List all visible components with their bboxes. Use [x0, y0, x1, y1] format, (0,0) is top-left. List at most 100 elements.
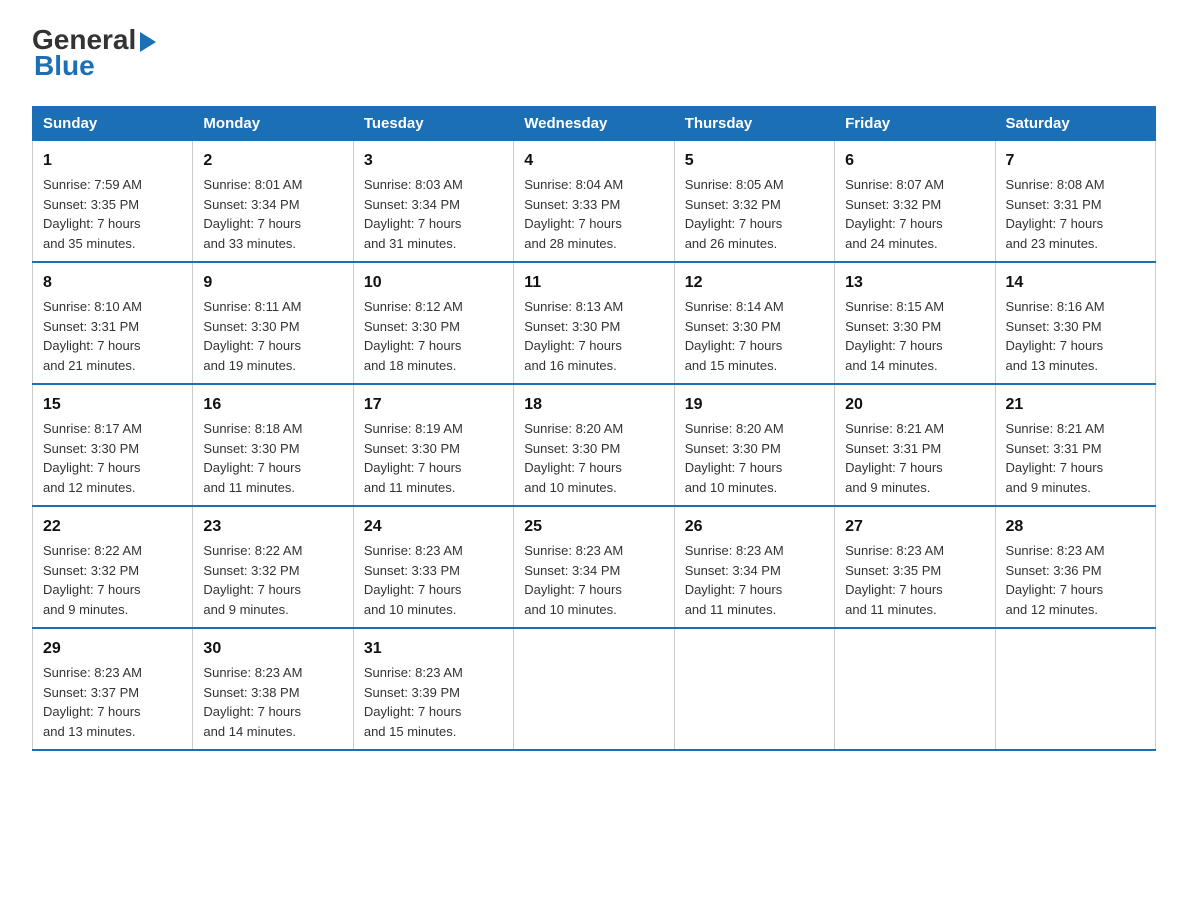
sunset-label: Sunset: 3:32 PM	[845, 197, 941, 212]
day-number: 21	[1006, 393, 1145, 417]
column-header-sunday: Sunday	[33, 107, 193, 141]
sunset-label: Sunset: 3:35 PM	[845, 563, 941, 578]
calendar-cell: 30 Sunrise: 8:23 AM Sunset: 3:38 PM Dayl…	[193, 628, 353, 750]
column-header-saturday: Saturday	[995, 107, 1155, 141]
page-header: General Blue	[32, 24, 1156, 82]
day-number: 7	[1006, 149, 1145, 173]
calendar-cell: 25 Sunrise: 8:23 AM Sunset: 3:34 PM Dayl…	[514, 506, 674, 628]
sunrise-label: Sunrise: 7:59 AM	[43, 177, 142, 192]
daylight-minutes: and 23 minutes.	[1006, 236, 1099, 251]
day-number: 31	[364, 637, 503, 661]
sunrise-label: Sunrise: 8:20 AM	[685, 421, 784, 436]
sunrise-label: Sunrise: 8:22 AM	[43, 543, 142, 558]
daylight-minutes: and 31 minutes.	[364, 236, 457, 251]
calendar-cell	[514, 628, 674, 750]
day-number: 30	[203, 637, 342, 661]
calendar-cell: 19 Sunrise: 8:20 AM Sunset: 3:30 PM Dayl…	[674, 384, 834, 506]
daylight-label: Daylight: 7 hours	[364, 460, 462, 475]
daylight-minutes: and 9 minutes.	[845, 480, 930, 495]
daylight-label: Daylight: 7 hours	[364, 216, 462, 231]
calendar-cell: 26 Sunrise: 8:23 AM Sunset: 3:34 PM Dayl…	[674, 506, 834, 628]
daylight-minutes: and 16 minutes.	[524, 358, 617, 373]
daylight-minutes: and 11 minutes.	[203, 480, 295, 495]
column-header-thursday: Thursday	[674, 107, 834, 141]
sunrise-label: Sunrise: 8:23 AM	[364, 665, 463, 680]
calendar-cell: 27 Sunrise: 8:23 AM Sunset: 3:35 PM Dayl…	[835, 506, 995, 628]
day-number: 6	[845, 149, 984, 173]
sunrise-label: Sunrise: 8:23 AM	[685, 543, 784, 558]
calendar-week-row: 8 Sunrise: 8:10 AM Sunset: 3:31 PM Dayli…	[33, 262, 1156, 384]
daylight-minutes: and 19 minutes.	[203, 358, 296, 373]
day-number: 28	[1006, 515, 1145, 539]
sunset-label: Sunset: 3:30 PM	[524, 319, 620, 334]
logo: General Blue	[32, 24, 156, 82]
calendar-cell: 24 Sunrise: 8:23 AM Sunset: 3:33 PM Dayl…	[353, 506, 513, 628]
sunrise-label: Sunrise: 8:23 AM	[845, 543, 944, 558]
sunrise-label: Sunrise: 8:16 AM	[1006, 299, 1105, 314]
sunrise-label: Sunrise: 8:10 AM	[43, 299, 142, 314]
sunset-label: Sunset: 3:30 PM	[685, 319, 781, 334]
day-number: 9	[203, 271, 342, 295]
sunrise-label: Sunrise: 8:11 AM	[203, 299, 301, 314]
daylight-minutes: and 26 minutes.	[685, 236, 778, 251]
daylight-minutes: and 11 minutes.	[364, 480, 456, 495]
calendar-cell: 9 Sunrise: 8:11 AM Sunset: 3:30 PM Dayli…	[193, 262, 353, 384]
daylight-minutes: and 12 minutes.	[43, 480, 136, 495]
day-number: 29	[43, 637, 182, 661]
sunrise-label: Sunrise: 8:23 AM	[203, 665, 302, 680]
sunset-label: Sunset: 3:34 PM	[364, 197, 460, 212]
sunrise-label: Sunrise: 8:23 AM	[43, 665, 142, 680]
daylight-minutes: and 18 minutes.	[364, 358, 457, 373]
daylight-minutes: and 9 minutes.	[1006, 480, 1091, 495]
day-number: 14	[1006, 271, 1145, 295]
daylight-minutes: and 9 minutes.	[203, 602, 288, 617]
sunset-label: Sunset: 3:32 PM	[203, 563, 299, 578]
daylight-label: Daylight: 7 hours	[203, 460, 301, 475]
sunrise-label: Sunrise: 8:23 AM	[524, 543, 623, 558]
sunrise-label: Sunrise: 8:23 AM	[1006, 543, 1105, 558]
day-number: 2	[203, 149, 342, 173]
day-number: 10	[364, 271, 503, 295]
day-number: 12	[685, 271, 824, 295]
sunset-label: Sunset: 3:32 PM	[43, 563, 139, 578]
column-header-friday: Friday	[835, 107, 995, 141]
logo-blue-text: Blue	[34, 50, 95, 82]
calendar-cell: 6 Sunrise: 8:07 AM Sunset: 3:32 PM Dayli…	[835, 141, 995, 263]
sunset-label: Sunset: 3:30 PM	[524, 441, 620, 456]
sunset-label: Sunset: 3:33 PM	[524, 197, 620, 212]
sunrise-label: Sunrise: 8:18 AM	[203, 421, 302, 436]
calendar-cell: 14 Sunrise: 8:16 AM Sunset: 3:30 PM Dayl…	[995, 262, 1155, 384]
sunrise-label: Sunrise: 8:13 AM	[524, 299, 623, 314]
daylight-minutes: and 24 minutes.	[845, 236, 938, 251]
daylight-label: Daylight: 7 hours	[685, 216, 783, 231]
daylight-minutes: and 11 minutes.	[685, 602, 777, 617]
day-number: 19	[685, 393, 824, 417]
sunrise-label: Sunrise: 8:20 AM	[524, 421, 623, 436]
daylight-label: Daylight: 7 hours	[364, 338, 462, 353]
sunrise-label: Sunrise: 8:17 AM	[43, 421, 142, 436]
daylight-label: Daylight: 7 hours	[203, 704, 301, 719]
daylight-label: Daylight: 7 hours	[1006, 582, 1104, 597]
sunset-label: Sunset: 3:30 PM	[43, 441, 139, 456]
calendar-cell: 16 Sunrise: 8:18 AM Sunset: 3:30 PM Dayl…	[193, 384, 353, 506]
day-number: 4	[524, 149, 663, 173]
day-number: 24	[364, 515, 503, 539]
day-number: 20	[845, 393, 984, 417]
calendar-cell: 8 Sunrise: 8:10 AM Sunset: 3:31 PM Dayli…	[33, 262, 193, 384]
calendar-cell	[835, 628, 995, 750]
sunset-label: Sunset: 3:34 PM	[524, 563, 620, 578]
daylight-label: Daylight: 7 hours	[43, 704, 141, 719]
daylight-minutes: and 15 minutes.	[364, 724, 457, 739]
day-number: 25	[524, 515, 663, 539]
calendar-cell: 23 Sunrise: 8:22 AM Sunset: 3:32 PM Dayl…	[193, 506, 353, 628]
column-header-monday: Monday	[193, 107, 353, 141]
daylight-label: Daylight: 7 hours	[685, 582, 783, 597]
sunset-label: Sunset: 3:37 PM	[43, 685, 139, 700]
sunset-label: Sunset: 3:30 PM	[203, 441, 299, 456]
daylight-minutes: and 14 minutes.	[203, 724, 296, 739]
sunset-label: Sunset: 3:30 PM	[364, 441, 460, 456]
calendar-cell: 21 Sunrise: 8:21 AM Sunset: 3:31 PM Dayl…	[995, 384, 1155, 506]
daylight-label: Daylight: 7 hours	[524, 460, 622, 475]
daylight-label: Daylight: 7 hours	[685, 460, 783, 475]
daylight-label: Daylight: 7 hours	[524, 216, 622, 231]
